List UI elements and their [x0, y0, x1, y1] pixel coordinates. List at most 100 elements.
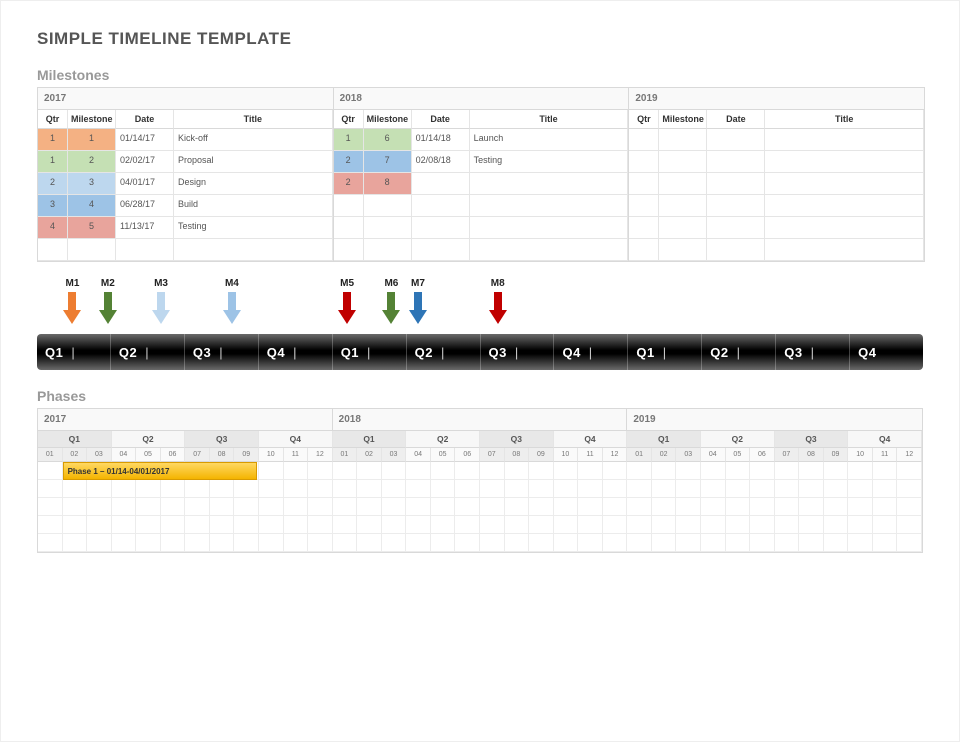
phase-grid-cell — [161, 480, 186, 498]
phase-grid-cell — [382, 498, 407, 516]
cell-milestone: 4 — [68, 195, 116, 217]
phase-grid-cell — [750, 462, 775, 480]
quarter-label: Q1 — [636, 345, 654, 360]
col-header-milestone: Milestone — [364, 110, 412, 129]
phase-grid-cell — [406, 498, 431, 516]
phase-grid-cell — [578, 516, 603, 534]
phase-grid-cell — [873, 462, 898, 480]
cell-empty — [707, 239, 765, 261]
phase-month-header: 05 — [431, 448, 456, 462]
phase-quarter-header: Q3 — [480, 431, 554, 448]
cell-empty — [334, 239, 364, 261]
phase-grid-cell — [382, 534, 407, 552]
phase-grid-cell — [603, 462, 628, 480]
phase-quarter-header: Q4 — [259, 431, 333, 448]
phase-year-header: 2018 — [333, 409, 628, 431]
cell-empty — [707, 217, 765, 239]
phase-year-header: 2017 — [38, 409, 333, 431]
phase-month-header: 01 — [38, 448, 63, 462]
phase-month-header: 02 — [357, 448, 382, 462]
milestone-arrow-m7: M7 — [403, 278, 433, 324]
phase-grid-cell — [578, 462, 603, 480]
phase-quarter-header: Q3 — [775, 431, 849, 448]
phase-grid-cell — [505, 516, 530, 534]
phase-grid-cell — [529, 534, 554, 552]
separator-icon: | — [71, 345, 75, 360]
phase-grid-cell — [505, 462, 530, 480]
phase-grid-cell — [284, 534, 309, 552]
phase-grid-cell — [775, 516, 800, 534]
phase-grid-cell — [357, 516, 382, 534]
cell-title: Kick-off — [174, 129, 333, 151]
phase-grid-cell — [431, 462, 456, 480]
phase-month-header: 05 — [136, 448, 161, 462]
milestone-year-header: 2019 — [629, 88, 924, 110]
quarter-cell: Q2| — [701, 334, 775, 370]
phase-grid-cell — [775, 534, 800, 552]
cell-empty — [659, 217, 707, 239]
arrow-down-icon — [338, 292, 356, 324]
cell-milestone: 3 — [68, 173, 116, 195]
cell-qtr: 4 — [38, 217, 68, 239]
phase-month-header: 12 — [897, 448, 922, 462]
quarter-label: Q1 — [45, 345, 63, 360]
cell-empty — [412, 217, 470, 239]
milestone-arrow-m6: M6 — [376, 278, 406, 324]
cell-milestone: 1 — [68, 129, 116, 151]
section-milestones: Milestones — [37, 67, 923, 83]
phase-grid-cell — [480, 462, 505, 480]
cell-empty — [68, 239, 116, 261]
phase-grid-cell — [284, 480, 309, 498]
phase-grid-cell — [455, 498, 480, 516]
phase-grid-cell — [210, 516, 235, 534]
cell-title — [470, 173, 629, 195]
phase-grid-cell — [234, 498, 259, 516]
phase-month-header: 11 — [873, 448, 898, 462]
separator-icon: | — [663, 345, 667, 360]
separator-icon: | — [219, 345, 223, 360]
quarter-timeline-bar: Q1|Q2|Q3|Q4|Q1|Q2|Q3|Q4|Q1|Q2|Q3|Q4 — [37, 334, 923, 370]
phase-month-header: 05 — [726, 448, 751, 462]
phase-grid-cell — [848, 480, 873, 498]
phase-grid-cell — [726, 498, 751, 516]
quarter-cell: Q3| — [480, 334, 554, 370]
phase-grid-cell — [750, 534, 775, 552]
cell-date: 01/14/18 — [412, 129, 470, 151]
milestone-arrow-label: M3 — [146, 278, 176, 289]
phase-month-header: 11 — [578, 448, 603, 462]
cell-empty — [707, 129, 765, 151]
phase-grid-cell — [406, 516, 431, 534]
phase-grid-cell — [234, 534, 259, 552]
phase-grid-cell — [529, 480, 554, 498]
col-header-qtr: Qtr — [629, 110, 659, 129]
separator-icon: | — [811, 345, 815, 360]
cell-date — [412, 173, 470, 195]
cell-empty — [659, 129, 707, 151]
quarter-cell: Q4 — [849, 334, 923, 370]
phase-grid-cell — [873, 534, 898, 552]
cell-empty — [659, 173, 707, 195]
phase-grid-cell — [38, 462, 63, 480]
phase-grid-cell — [333, 516, 358, 534]
phase-quarter-header: Q1 — [333, 431, 407, 448]
arrow-down-icon — [489, 292, 507, 324]
milestone-arrow-label: M5 — [332, 278, 362, 289]
col-header-title: Title — [765, 110, 924, 129]
col-header-milestone: Milestone — [659, 110, 707, 129]
phase-grid-cell — [627, 516, 652, 534]
cell-date: 02/08/18 — [412, 151, 470, 173]
document-title: SIMPLE TIMELINE TEMPLATE — [37, 29, 923, 49]
arrow-down-icon — [63, 292, 81, 324]
cell-empty — [116, 239, 174, 261]
cell-date: 06/28/17 — [116, 195, 174, 217]
quarter-cell: Q1| — [332, 334, 406, 370]
quarter-label: Q1 — [341, 345, 359, 360]
phase-grid-cell — [726, 480, 751, 498]
phase-grid-cell — [136, 534, 161, 552]
phase-grid-cell — [333, 534, 358, 552]
quarter-cell: Q1 | — [37, 334, 110, 370]
phase-grid-cell — [897, 480, 922, 498]
phase-grid-cell — [382, 516, 407, 534]
phase-month-header: 03 — [382, 448, 407, 462]
phase-grid-cell — [87, 498, 112, 516]
